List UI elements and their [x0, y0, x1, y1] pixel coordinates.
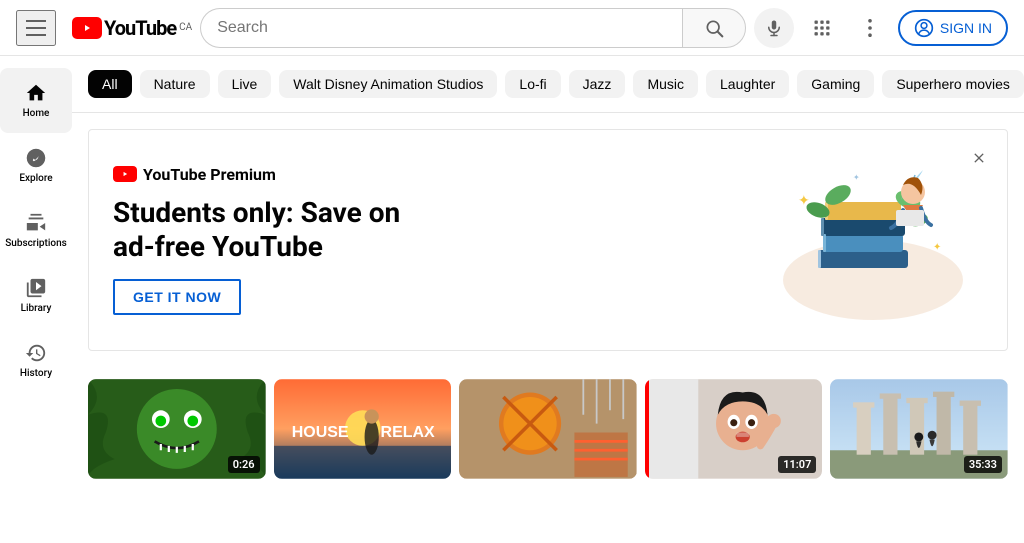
top-navigation: YouTubeCA	[0, 0, 1024, 56]
sidebar-label-subscriptions: Subscriptions	[5, 238, 67, 249]
ad-illustration: ✦ ✦ ✦	[763, 150, 983, 330]
video-card-4[interactable]: 11:07	[645, 379, 823, 479]
yt-play-icon	[118, 169, 132, 179]
chip-lofi[interactable]: Lo-fi	[505, 70, 560, 98]
chip-live[interactable]: Live	[218, 70, 272, 98]
chip-gaming[interactable]: Gaming	[797, 70, 874, 98]
ad-banner: YouTube Premium Students only: Save on a…	[88, 129, 1008, 351]
video-card-1[interactable]: 0:26	[88, 379, 266, 479]
chip-walt-disney[interactable]: Walt Disney Animation Studios	[279, 70, 497, 98]
search-container	[200, 8, 794, 48]
svg-text:RELAX: RELAX	[380, 424, 434, 441]
apps-icon	[812, 18, 832, 38]
sidebar: Home Explore Subscriptions Library	[0, 56, 72, 543]
chip-superhero[interactable]: Superhero movies	[882, 70, 1024, 98]
svg-text:HOUSE: HOUSE	[291, 424, 348, 441]
nav-left: YouTubeCA	[16, 10, 192, 46]
thumb-img-2: HOUSE RELAX	[274, 379, 452, 479]
subscriptions-icon	[25, 212, 47, 234]
youtube-play-icon	[78, 21, 96, 35]
red-bar	[645, 379, 649, 479]
video-thumb-2: HOUSE RELAX	[274, 379, 452, 479]
yt-premium-icon	[113, 166, 137, 182]
ad-content-left: YouTube Premium Students only: Save on a…	[113, 165, 433, 315]
search-input[interactable]	[217, 19, 666, 37]
chip-nature[interactable]: Nature	[140, 70, 210, 98]
video-card-2[interactable]: HOUSE RELAX	[274, 379, 452, 479]
sidebar-label-explore: Explore	[19, 173, 52, 184]
mic-button[interactable]	[754, 8, 794, 48]
content-area: All Nature Live Walt Disney Animation St…	[72, 56, 1024, 543]
sidebar-item-history[interactable]: History	[0, 328, 72, 393]
chip-all[interactable]: All	[88, 70, 132, 98]
ad-close-button[interactable]	[963, 142, 995, 174]
apps-grid-button[interactable]	[802, 8, 842, 48]
svg-text:✦: ✦	[853, 173, 860, 182]
nav-right: SIGN IN	[802, 8, 1008, 48]
sidebar-item-home[interactable]: Home	[0, 68, 72, 133]
search-icon	[704, 18, 724, 38]
library-icon	[25, 277, 47, 299]
video-thumb-3	[459, 379, 637, 479]
search-bar	[200, 8, 682, 48]
video-thumb-1: 0:26	[88, 379, 266, 479]
account-icon	[914, 18, 934, 38]
hamburger-menu-button[interactable]	[16, 10, 56, 46]
youtube-premium-label: YouTube Premium	[143, 165, 276, 184]
search-button[interactable]	[682, 8, 746, 48]
duration-badge-1: 0:26	[228, 456, 260, 473]
sidebar-item-subscriptions[interactable]: Subscriptions	[0, 198, 72, 263]
svg-text:✦: ✦	[798, 193, 810, 209]
sidebar-label-library: Library	[21, 303, 52, 314]
chip-laughter[interactable]: Laughter	[706, 70, 789, 98]
logo-wordmark: YouTube	[104, 16, 176, 40]
books-illustration: ✦ ✦ ✦	[763, 150, 983, 330]
thumb-img-3	[459, 379, 637, 479]
youtube-logo[interactable]: YouTubeCA	[72, 16, 192, 40]
chip-jazz[interactable]: Jazz	[569, 70, 626, 98]
sidebar-item-explore[interactable]: Explore	[0, 133, 72, 198]
youtube-premium-logo: YouTube Premium	[113, 165, 433, 184]
main-layout: Home Explore Subscriptions Library	[0, 56, 1024, 543]
more-options-button[interactable]	[850, 8, 890, 48]
sidebar-item-library[interactable]: Library	[0, 263, 72, 328]
filter-chips-bar: All Nature Live Walt Disney Animation St…	[72, 56, 1024, 113]
svg-text:✦: ✦	[933, 242, 941, 253]
video-thumb-4: 11:07	[645, 379, 823, 479]
chip-music[interactable]: Music	[633, 70, 698, 98]
logo-country: CA	[179, 22, 192, 33]
home-icon	[25, 82, 47, 104]
duration-badge-5: 35:33	[964, 456, 1002, 473]
youtube-logo-icon	[72, 17, 102, 39]
close-icon	[971, 150, 987, 166]
duration-badge-4: 11:07	[778, 456, 816, 473]
sign-in-label: SIGN IN	[940, 20, 992, 36]
video-grid: 0:26	[72, 367, 1024, 491]
get-it-now-button[interactable]: GET IT NOW	[113, 279, 241, 315]
history-icon	[25, 342, 47, 364]
ad-title: Students only: Save on ad-free YouTube	[113, 196, 433, 263]
sidebar-label-home: Home	[23, 108, 50, 119]
mic-icon	[765, 19, 783, 37]
video-card-5[interactable]: 35:33	[830, 379, 1008, 479]
video-card-3[interactable]	[459, 379, 637, 479]
video-thumb-5: 35:33	[830, 379, 1008, 479]
sign-in-button[interactable]: SIGN IN	[898, 10, 1008, 46]
explore-icon	[25, 147, 47, 169]
sidebar-label-history: History	[20, 368, 52, 379]
more-icon	[868, 19, 872, 37]
